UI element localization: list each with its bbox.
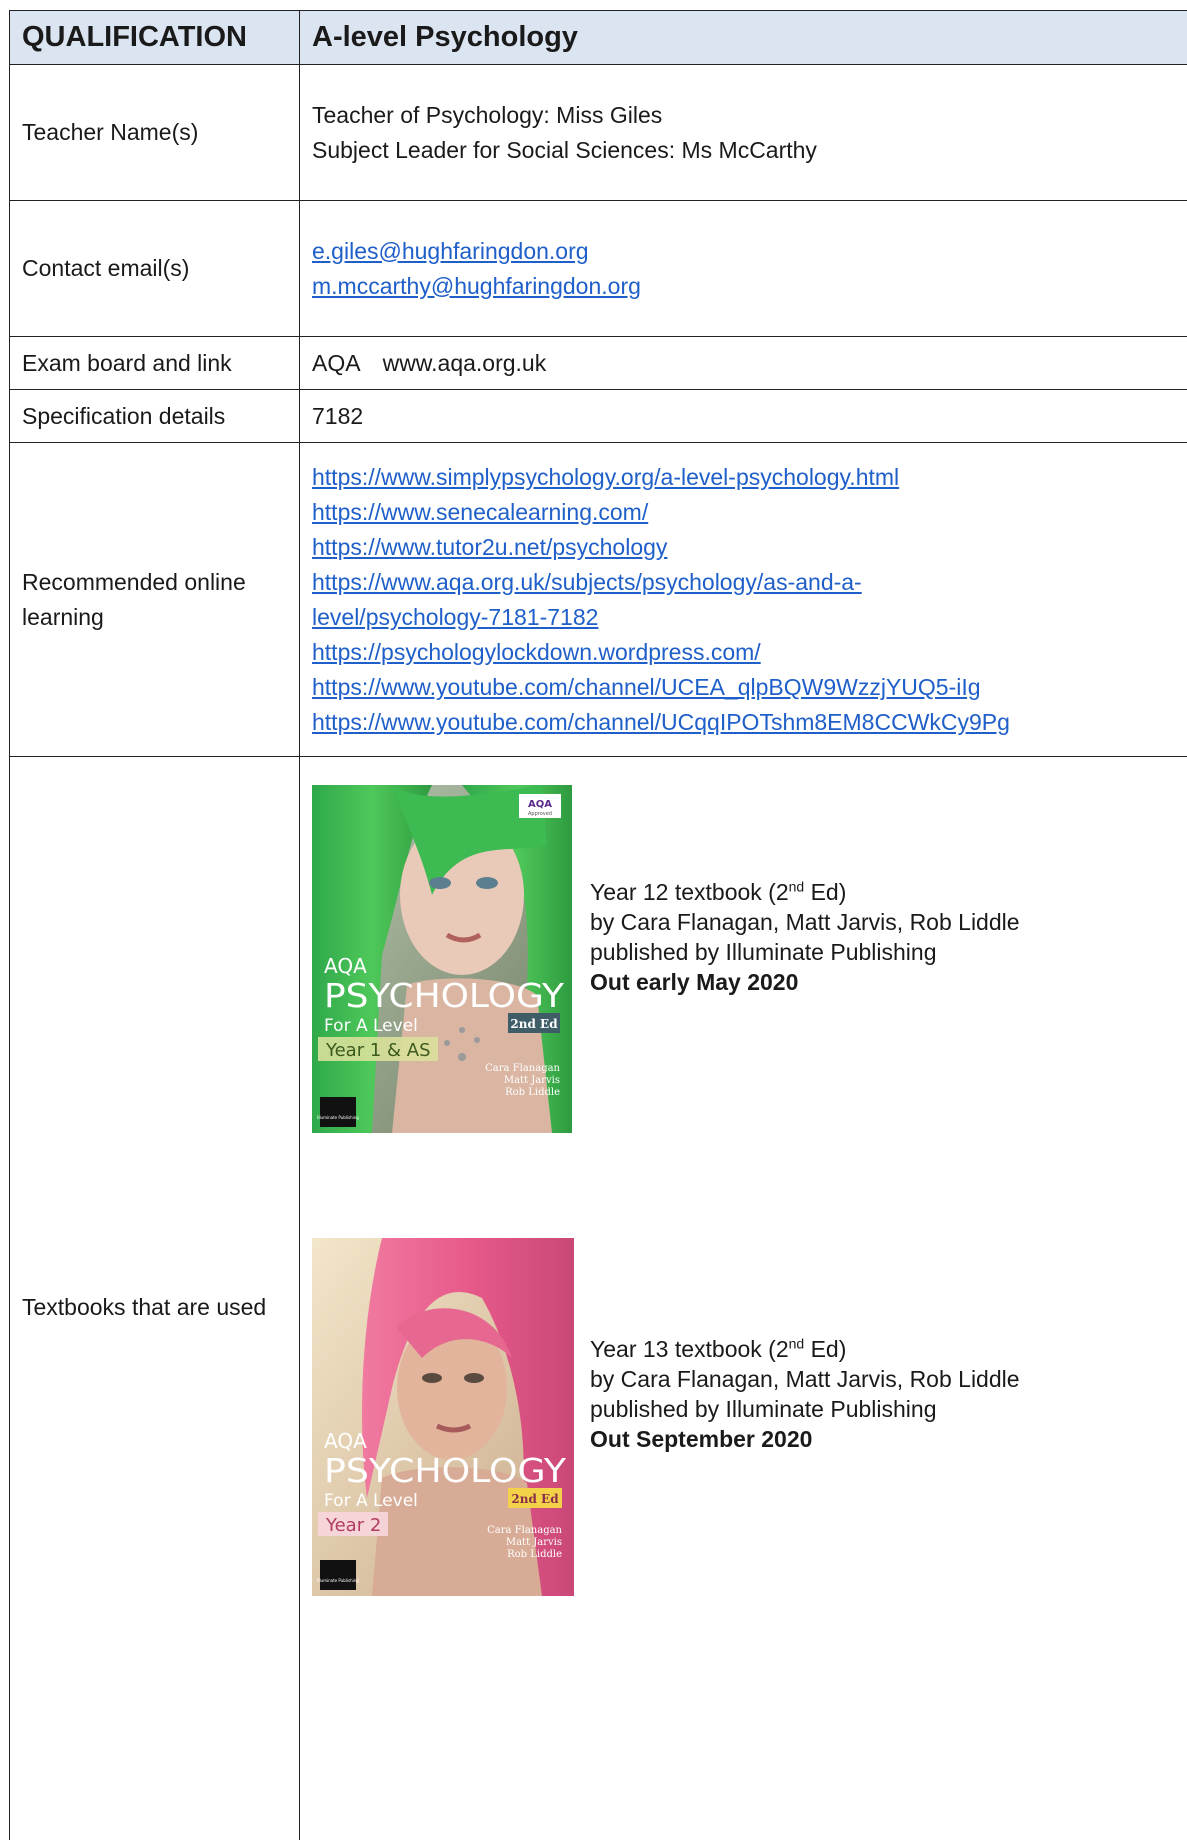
document-page: QUALIFICATION A-level Psychology Teacher… [0, 0, 1187, 1840]
email-row: Contact email(s) e.giles@hughfaringdon.o… [9, 200, 1187, 337]
cover12-title: PSYCHOLOGY [324, 976, 565, 1015]
textbooks-row: Textbooks that are used AQA Approved AQA… [9, 756, 1187, 1840]
teacher-value: Teacher of Psychology: Miss Giles Subjec… [299, 64, 1187, 201]
cover12-author-1: Cara Flanagan [485, 1063, 560, 1074]
textbook-year12-title-prefix: Year 12 textbook (2 [590, 879, 789, 905]
textbook-year12-publisher: published by Illuminate Publishing [590, 939, 937, 965]
textbook-year12-title-suffix: Ed) [804, 879, 847, 905]
textbook-year13-title: Year 13 textbook (2nd Ed) [590, 1334, 1187, 1364]
cover13-title: PSYCHOLOGY [324, 1451, 567, 1490]
exam-board-name: AQA [312, 349, 361, 376]
cover13-year: Year 2 [325, 1515, 381, 1536]
qualification-label: QUALIFICATION [9, 10, 300, 65]
cover12-author-2: Matt Jarvis [504, 1075, 560, 1086]
link-youtube-channel-2[interactable]: https://www.youtube.com/channel/UCqqIPOT… [312, 705, 1187, 740]
textbooks-value: AQA Approved AQA PSYCHOLOGY 2nd Ed For A… [299, 756, 1187, 1840]
textbook-year12-cover-image: AQA Approved AQA PSYCHOLOGY 2nd Ed For A… [312, 785, 572, 1133]
textbook-year12-authors: by Cara Flanagan, Matt Jarvis, Rob Liddl… [590, 909, 1020, 935]
online-learning-label: Recommended online learning [9, 442, 300, 757]
cover12-publisher: Illuminate Publishing [317, 1115, 359, 1120]
textbook-year12-title-sup: nd [788, 878, 805, 895]
cover12-top: AQA [324, 954, 367, 978]
exam-board-value: AQA www.aqa.org.uk [299, 336, 1187, 390]
email-link-mccarthy[interactable]: m.mccarthy@hughfaringdon.org [312, 269, 1187, 304]
teacher-line: Teacher of Psychology: Miss Giles [312, 101, 663, 128]
qualification-table: QUALIFICATION A-level Psychology Teacher… [9, 10, 1187, 1840]
textbooks-label: Textbooks that are used [9, 756, 300, 1840]
subject-leader-line: Subject Leader for Social Sciences: Ms M… [312, 136, 817, 163]
specification-value: 7182 [299, 389, 1187, 443]
textbook-year13-release: Out September 2020 [590, 1426, 813, 1452]
cover12-author-3: Rob Liddle [505, 1087, 560, 1098]
link-senecalearning[interactable]: https://www.senecalearning.com/ [312, 495, 1187, 530]
cover13-subtitle: For A Level [324, 1491, 418, 1511]
textbook-year13-title-sup: nd [788, 1335, 805, 1352]
specification-row: Specification details 7182 [9, 389, 1187, 443]
cover13-author-2: Matt Jarvis [506, 1537, 562, 1548]
email-value: e.giles@hughfaringdon.org m.mccarthy@hug… [299, 200, 1187, 337]
textbook-year13-authors: by Cara Flanagan, Matt Jarvis, Rob Liddl… [590, 1366, 1020, 1392]
cover13-author-3: Rob Liddle [507, 1549, 562, 1560]
textbook-year12-release: Out early May 2020 [590, 969, 799, 995]
cover12-edition: 2nd Ed [510, 1017, 558, 1031]
online-learning-row: Recommended online learning https://www.… [9, 442, 1187, 757]
textbook-year13-publisher: published by Illuminate Publishing [590, 1396, 937, 1422]
link-tutor2u[interactable]: https://www.tutor2u.net/psychology [312, 530, 1187, 565]
cover13-author-1: Cara Flanagan [487, 1525, 562, 1536]
link-simplypsychology[interactable]: https://www.simplypsychology.org/a-level… [312, 460, 1187, 495]
online-learning-links: https://www.simplypsychology.org/a-level… [299, 442, 1187, 757]
textbook-year13-details: Year 13 textbook (2nd Ed) by Cara Flanag… [590, 1334, 1187, 1454]
email-link-giles[interactable]: e.giles@hughfaringdon.org [312, 234, 1187, 269]
link-youtube-channel-1[interactable]: https://www.youtube.com/channel/UCEA_qlp… [312, 670, 1187, 705]
cover13-publisher: Illuminate Publishing [317, 1578, 359, 1583]
textbook-year13-cover-image: AQA PSYCHOLOGY 2nd Ed For A Level Year 2… [312, 1238, 574, 1596]
cover13-top: AQA [324, 1429, 367, 1453]
textbook-year12-details: Year 12 textbook (2nd Ed) by Cara Flanag… [590, 877, 1187, 997]
link-aqa-spec-part1[interactable]: https://www.aqa.org.uk/subjects/psycholo… [312, 565, 1187, 600]
cover12-badge: AQA [528, 799, 552, 810]
teacher-label: Teacher Name(s) [9, 64, 300, 201]
cover12-year: Year 1 & AS [325, 1040, 431, 1061]
cover12-badge-sub: Approved [528, 811, 552, 817]
header-row: QUALIFICATION A-level Psychology [9, 10, 1187, 65]
textbook-year13-title-prefix: Year 13 textbook (2 [590, 1336, 789, 1362]
cover12-subtitle: For A Level [324, 1016, 418, 1036]
email-label: Contact email(s) [9, 200, 300, 337]
teacher-row: Teacher Name(s) Teacher of Psychology: M… [9, 64, 1187, 201]
specification-label: Specification details [9, 389, 300, 443]
exam-board-row: Exam board and link AQA www.aqa.org.uk [9, 336, 1187, 390]
qualification-value: A-level Psychology [299, 10, 1187, 65]
exam-board-label: Exam board and link [9, 336, 300, 390]
textbook-year13-title-suffix: Ed) [804, 1336, 847, 1362]
textbook-year12-title: Year 12 textbook (2nd Ed) [590, 877, 1187, 907]
exam-board-url: www.aqa.org.uk [382, 349, 547, 376]
cover13-edition: 2nd Ed [511, 1492, 559, 1506]
link-psychologylockdown[interactable]: https://psychologylockdown.wordpress.com… [312, 635, 1187, 670]
link-aqa-spec-part2[interactable]: level/psychology-7181-7182 [312, 600, 1187, 635]
